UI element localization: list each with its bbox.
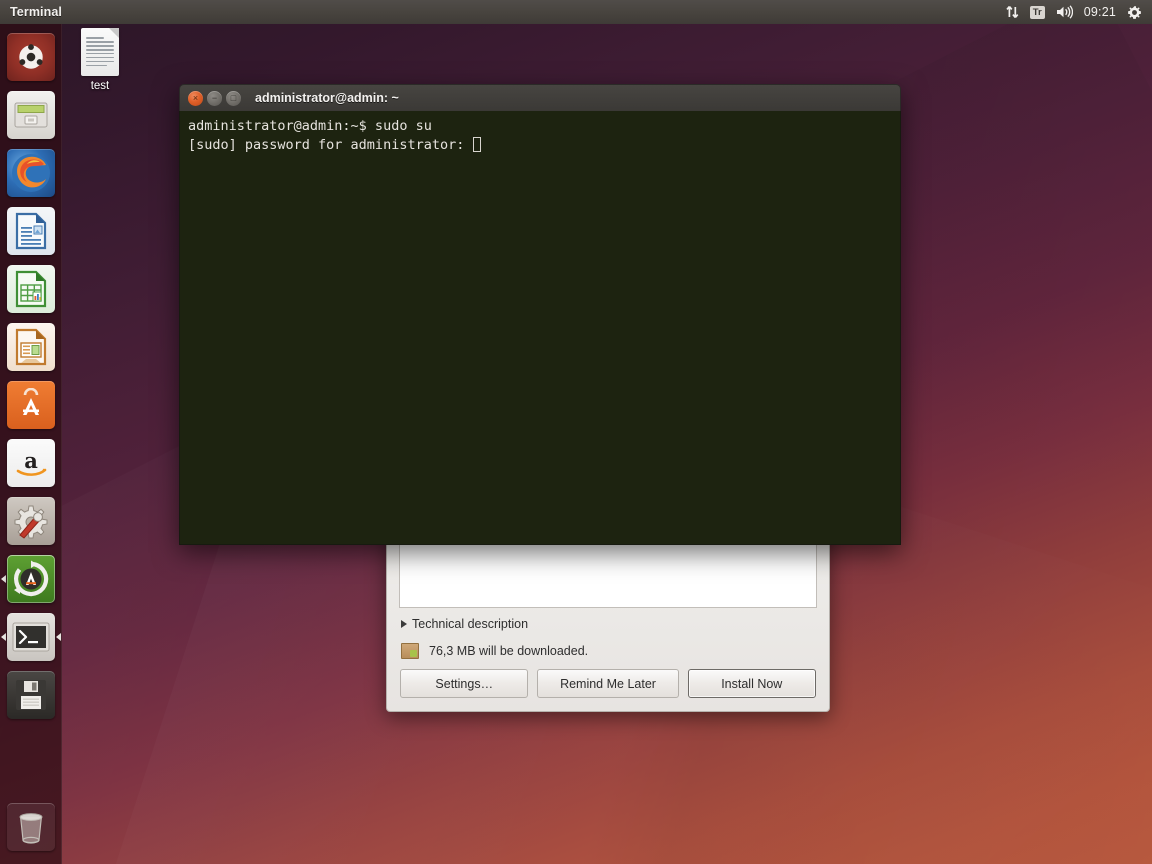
libreoffice-calc-icon	[7, 265, 55, 313]
launcher-item-files[interactable]	[0, 86, 62, 144]
launcher-item-ubuntu-software[interactable]	[0, 376, 62, 434]
dialog-button-row: Settings… Remind Me Later Install Now	[387, 669, 829, 698]
launcher-item-terminal[interactable]	[0, 608, 62, 666]
network-updown-icon[interactable]	[1006, 5, 1019, 19]
keyboard-layout-indicator[interactable]: Tr	[1029, 5, 1045, 19]
libreoffice-writer-icon	[7, 207, 55, 255]
launcher-item-software-updater[interactable]	[0, 550, 62, 608]
launcher-item-libreoffice-writer[interactable]	[0, 202, 62, 260]
terminal-cursor	[473, 137, 482, 152]
launcher-running-pip-left	[1, 575, 6, 583]
launcher-item-amazon[interactable]: a	[0, 434, 62, 492]
terminal-icon	[7, 613, 55, 661]
svg-text:a: a	[24, 448, 38, 473]
gear-icon[interactable]	[1127, 5, 1142, 20]
launcher-running-pip-left	[1, 633, 6, 641]
package-download-icon	[401, 643, 419, 659]
settings-button[interactable]: Settings…	[400, 669, 529, 698]
terminal-title: administrator@admin: ~	[255, 91, 399, 105]
amazon-icon: a	[7, 439, 55, 487]
system-settings-icon	[7, 497, 55, 545]
ubuntu-software-icon	[7, 381, 55, 429]
terminal-line: administrator@admin:~$ sudo su	[188, 118, 432, 134]
trash-icon	[7, 803, 55, 851]
ubuntu-dash-icon	[7, 33, 55, 81]
volume-icon[interactable]	[1056, 5, 1073, 19]
maximize-icon[interactable]: □	[226, 90, 241, 106]
software-updater-icon	[7, 555, 55, 603]
files-icon	[7, 91, 55, 139]
launcher-item-libreoffice-calc[interactable]	[0, 260, 62, 318]
unity-launcher: a	[0, 24, 62, 864]
technical-description-label: Technical description	[412, 617, 529, 631]
firefox-icon	[7, 149, 55, 197]
launcher-item-trash[interactable]	[0, 798, 62, 856]
download-size-info: 76,3 MB will be downloaded.	[401, 643, 829, 659]
desktop-icon-label: test	[90, 80, 110, 92]
launcher-item-firefox[interactable]	[0, 144, 62, 202]
terminal-output-area[interactable]: administrator@admin:~$ sudo su [sudo] pa…	[179, 111, 901, 545]
terminal-titlebar[interactable]: × − □ administrator@admin: ~	[179, 84, 901, 111]
close-icon[interactable]: ×	[188, 90, 203, 106]
download-size-text: 76,3 MB will be downloaded.	[429, 644, 589, 658]
startup-disk-creator-icon	[7, 671, 55, 719]
launcher-focused-pip-right	[56, 633, 61, 641]
minimize-icon[interactable]: −	[207, 90, 222, 106]
install-now-button[interactable]: Install Now	[687, 669, 816, 698]
chevron-right-icon	[401, 620, 407, 628]
terminal-window[interactable]: × − □ administrator@admin: ~ administrat…	[179, 84, 901, 545]
text-document-icon	[81, 28, 119, 76]
launcher-item-startup-disk-creator[interactable]	[0, 666, 62, 724]
clock[interactable]: 09:21	[1084, 6, 1116, 19]
libreoffice-impress-icon	[7, 323, 55, 371]
launcher-item-libreoffice-impress[interactable]	[0, 318, 62, 376]
launcher-item-ubuntu-dash[interactable]	[0, 28, 62, 86]
panel-app-title[interactable]: Terminal	[10, 5, 62, 19]
remind-me-later-button[interactable]: Remind Me Later	[537, 669, 679, 698]
desktop-icon-test[interactable]: test	[70, 28, 130, 92]
top-panel: Terminal Tr 09:21	[0, 0, 1152, 24]
desktop[interactable]: Terminal Tr 09:21 a test ✓ ✓ ✓ Technical…	[0, 0, 1152, 864]
panel-indicators: Tr 09:21	[1006, 5, 1152, 20]
technical-description-disclosure[interactable]: Technical description	[401, 617, 829, 631]
launcher-item-system-settings[interactable]	[0, 492, 62, 550]
terminal-line: [sudo] password for administrator:	[188, 137, 473, 153]
